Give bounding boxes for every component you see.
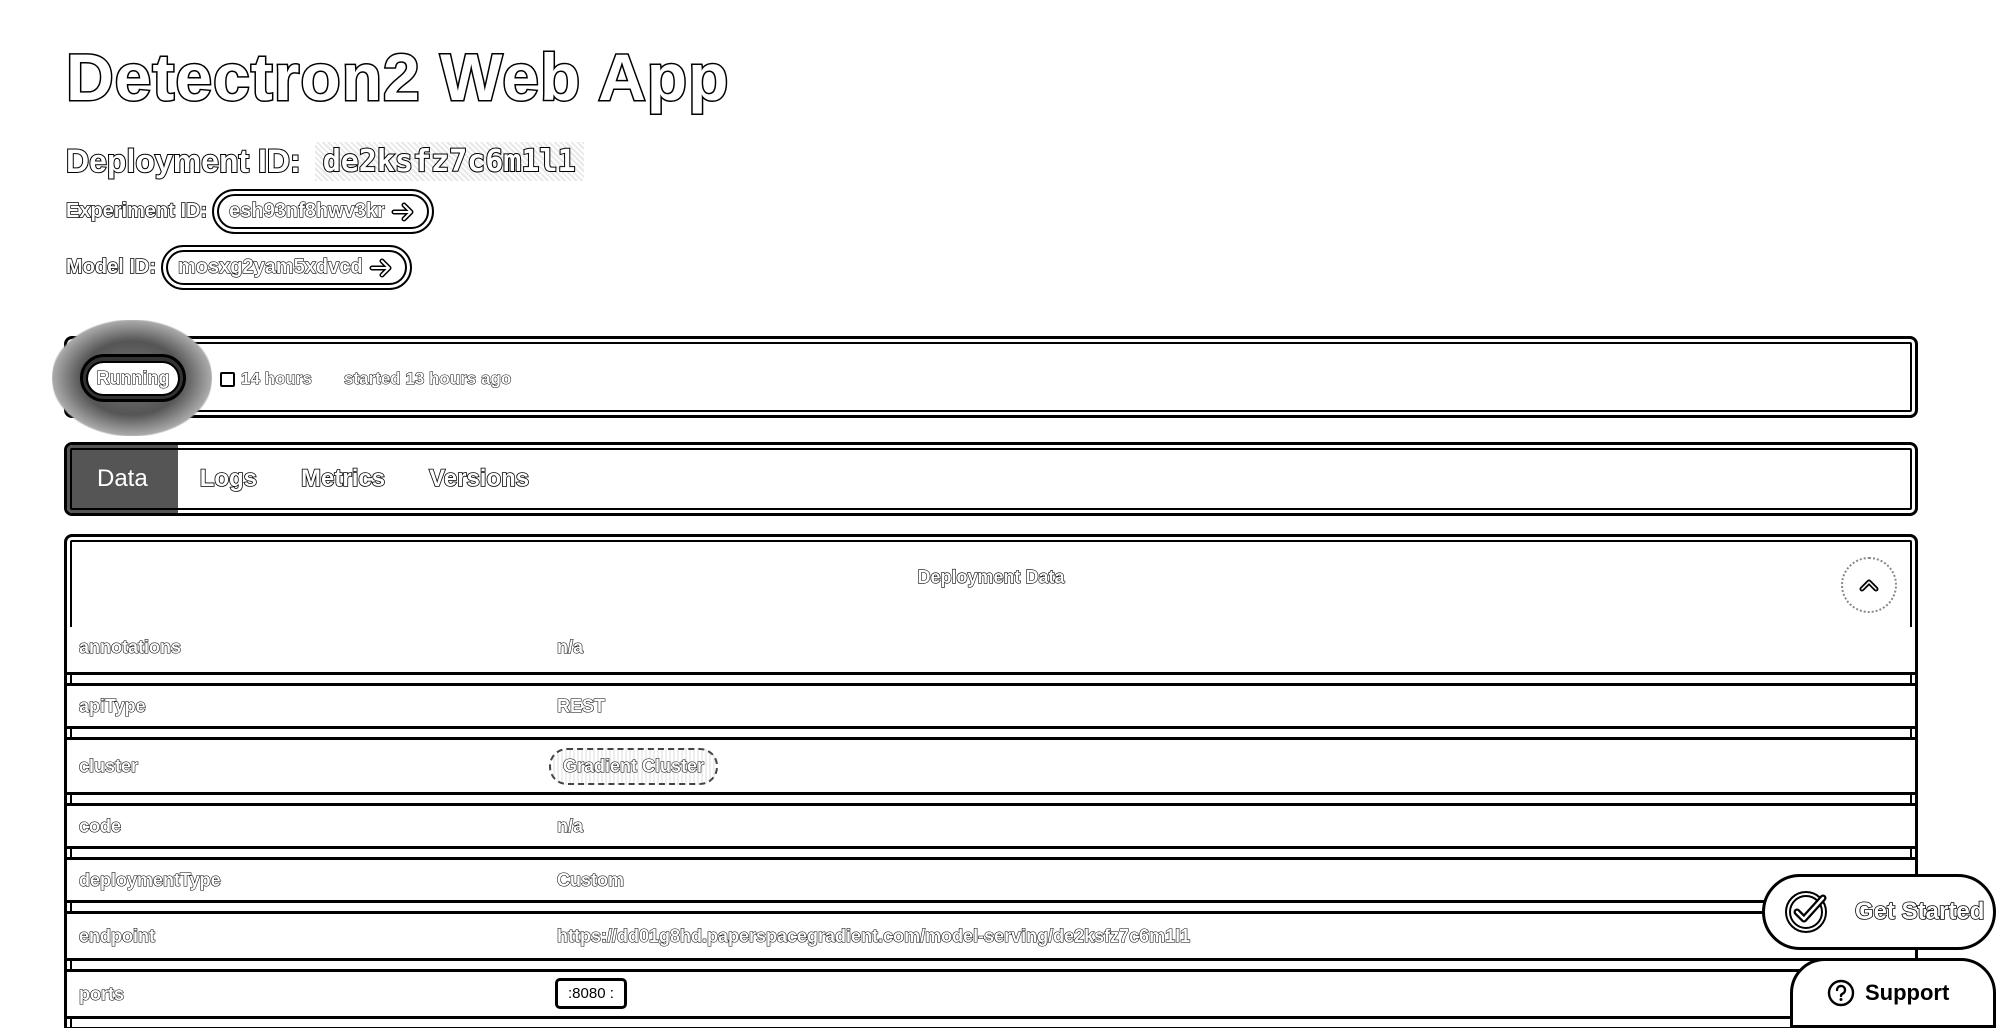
get-started-button[interactable]: Get Started bbox=[1762, 874, 1996, 950]
table-row: apiType REST bbox=[67, 683, 1915, 729]
row-key: code bbox=[78, 815, 122, 836]
tabs-bar: Data Logs Metrics Versions bbox=[64, 442, 1918, 516]
deployment-id-line: Deployment ID: de2ksfz7c6m1l1 bbox=[65, 142, 584, 181]
row-value: Custom bbox=[556, 869, 624, 890]
status-badge: Running bbox=[80, 354, 186, 402]
table-row: deploymentType Custom bbox=[67, 857, 1915, 903]
tab-logs[interactable]: Logs bbox=[178, 445, 279, 513]
arrow-right-icon bbox=[369, 258, 392, 277]
support-button[interactable]: Support bbox=[1790, 958, 1996, 1028]
port-badge: :8080 : bbox=[555, 978, 627, 1009]
table-row: ports :8080 : bbox=[67, 969, 1915, 1019]
status-bar bbox=[64, 336, 1918, 418]
get-started-label: Get Started bbox=[1854, 897, 1985, 926]
row-key: cluster bbox=[78, 755, 139, 776]
deployment-id-label: Deployment ID: bbox=[65, 142, 302, 180]
row-key: deploymentType bbox=[78, 869, 221, 890]
experiment-id-value: esh93nf8hwv3kr bbox=[229, 199, 386, 222]
table-row: cluster Gradient Cluster bbox=[67, 737, 1915, 795]
deployment-data-panel: Deployment Data annotations n/a apiType … bbox=[64, 534, 1918, 1028]
uptime: 14 hours bbox=[220, 369, 312, 389]
page: Detectron2 Web App Deployment ID: de2ksf… bbox=[0, 0, 2000, 1028]
endpoint-link[interactable]: https://dd01g8hd.paperspacegradient.com/… bbox=[556, 925, 1190, 947]
experiment-id-link[interactable]: esh93nf8hwv3kr bbox=[212, 189, 434, 234]
support-label: Support bbox=[1865, 980, 1950, 1005]
experiment-id-line: Experiment ID: esh93nf8hwv3kr bbox=[65, 189, 434, 234]
model-id-line: Model ID: mosxg2yam5xdvcd bbox=[65, 245, 412, 290]
model-id-label: Model ID: bbox=[65, 255, 157, 279]
check-circle-icon bbox=[1785, 891, 1827, 933]
stop-icon bbox=[220, 371, 235, 387]
arrow-right-icon bbox=[391, 202, 414, 221]
tab-data[interactable]: Data bbox=[67, 445, 178, 513]
collapse-button[interactable] bbox=[1841, 557, 1897, 613]
row-value: n/a bbox=[556, 636, 584, 657]
table-row: code n/a bbox=[67, 803, 1915, 849]
started-time-value: started 13 hours ago bbox=[343, 369, 512, 389]
uptime-value: 14 hours bbox=[241, 369, 313, 389]
row-key: apiType bbox=[78, 695, 146, 716]
row-value: REST bbox=[556, 695, 606, 716]
experiment-id-label: Experiment ID: bbox=[65, 199, 208, 223]
table-row: annotations n/a bbox=[67, 627, 1915, 675]
row-key: annotations bbox=[78, 636, 181, 657]
tab-versions[interactable]: Versions bbox=[407, 445, 551, 513]
cluster-badge: Gradient Cluster bbox=[549, 748, 719, 785]
deployment-id-value: de2ksfz7c6m1l1 bbox=[314, 142, 584, 181]
page-title: Detectron2 Web App bbox=[64, 40, 730, 114]
status-label: Running bbox=[85, 360, 181, 396]
panel-title: Deployment Data bbox=[917, 566, 1065, 587]
help-icon bbox=[1827, 979, 1855, 1007]
row-value: n/a bbox=[556, 815, 584, 836]
tab-metrics[interactable]: Metrics bbox=[279, 445, 407, 513]
table-row: endpoint https://dd01g8hd.paperspacegrad… bbox=[67, 911, 1915, 961]
model-id-link[interactable]: mosxg2yam5xdvcd bbox=[161, 245, 412, 290]
chevron-up-icon bbox=[1859, 579, 1879, 592]
model-id-value: mosxg2yam5xdvcd bbox=[177, 255, 363, 278]
started-time: started 13 hours ago bbox=[343, 369, 512, 389]
row-key: endpoint bbox=[78, 925, 155, 946]
row-key: ports bbox=[78, 983, 124, 1004]
